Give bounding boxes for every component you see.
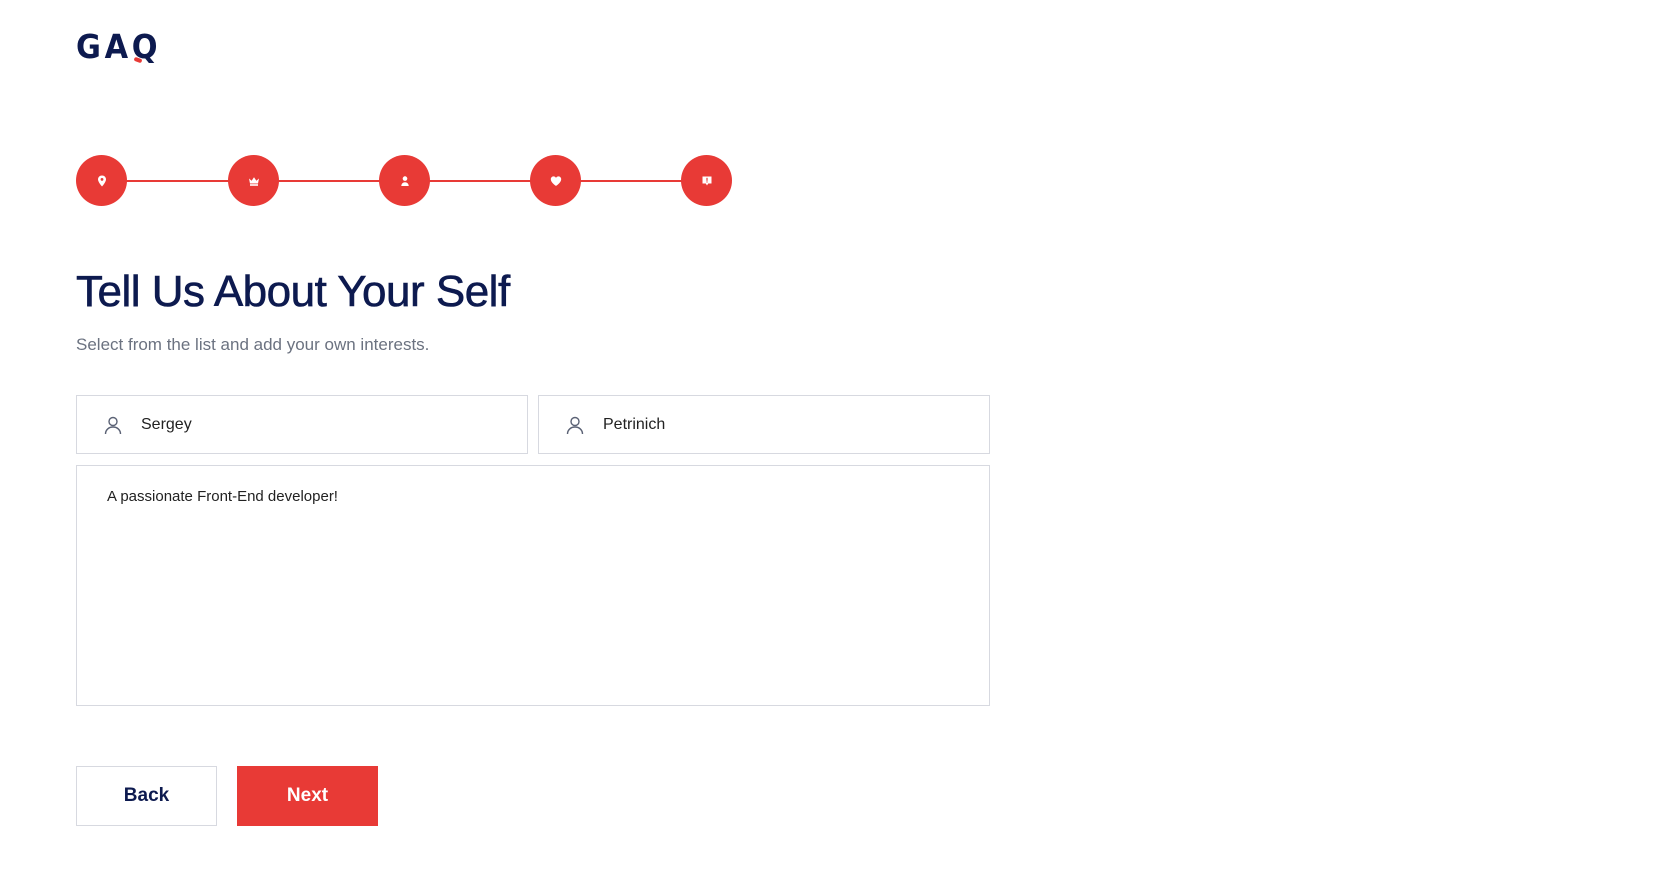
heart-icon xyxy=(550,175,561,186)
last-name-field[interactable] xyxy=(538,395,990,454)
badge-icon xyxy=(702,176,711,185)
step-crown[interactable] xyxy=(228,155,279,206)
first-name-input[interactable] xyxy=(141,415,501,434)
page-subtitle: Select from the list and add your own in… xyxy=(76,335,430,354)
page: GAQ Tell Us About Your Self Select from … xyxy=(0,0,1663,892)
step-badge[interactable] xyxy=(681,155,732,206)
location-pin-icon xyxy=(97,175,106,186)
user-icon xyxy=(400,175,409,186)
step-location[interactable] xyxy=(76,155,127,206)
next-button[interactable]: Next xyxy=(237,766,378,826)
logo[interactable]: GAQ xyxy=(76,30,161,63)
progress-steps xyxy=(76,155,732,207)
back-button[interactable]: Back xyxy=(76,766,217,826)
user-icon xyxy=(565,415,585,435)
last-name-input[interactable] xyxy=(603,415,963,434)
bio-field[interactable]: A passionate Front-End developer! xyxy=(76,465,990,706)
user-icon xyxy=(103,415,123,435)
page-title: Tell Us About Your Self xyxy=(76,267,511,316)
step-user[interactable] xyxy=(379,155,430,206)
crown-icon xyxy=(248,176,259,186)
step-heart[interactable] xyxy=(530,155,581,206)
bio-textarea[interactable]: A passionate Front-End developer! xyxy=(107,488,957,688)
first-name-field[interactable] xyxy=(76,395,528,454)
